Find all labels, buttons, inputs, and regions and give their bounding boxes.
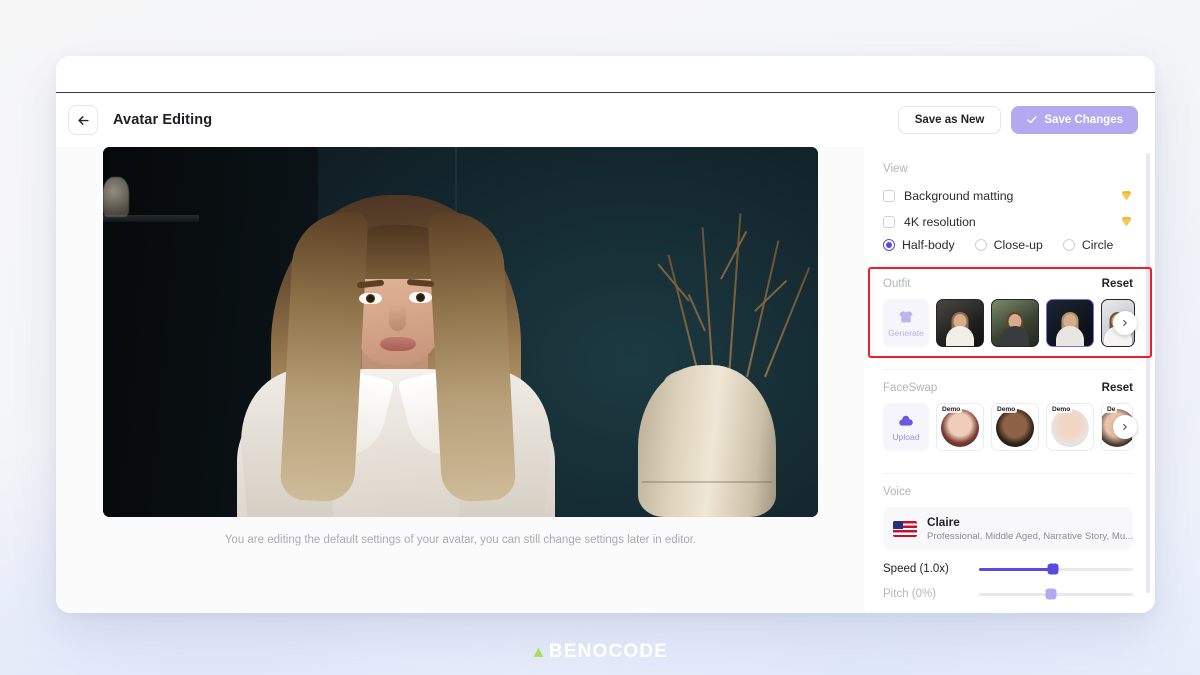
app-header: Avatar Editing Save as New Save Changes bbox=[56, 93, 1155, 147]
preview-caption: You are editing the default settings of … bbox=[224, 534, 697, 546]
checkbox-row-4k-resolution[interactable]: 4K resolution bbox=[883, 210, 1133, 233]
speed-label: Speed (1.0x) bbox=[883, 563, 949, 575]
avatar-preview-video[interactable] bbox=[103, 147, 818, 517]
cloud-upload-icon bbox=[899, 415, 913, 426]
header-actions: Save as New Save Changes bbox=[897, 106, 1138, 134]
divider bbox=[883, 265, 1133, 266]
faceswap-section-label: FaceSwap bbox=[883, 382, 938, 394]
outfit-thumbnail[interactable] bbox=[991, 299, 1039, 347]
avatar-scene bbox=[103, 147, 818, 517]
voice-name: Claire bbox=[927, 515, 960, 529]
avatar-eye-right bbox=[409, 292, 432, 303]
browser-chrome-bar bbox=[56, 56, 1155, 93]
watermark-text: BENOCODE bbox=[548, 641, 669, 662]
half-body-label: Half-body bbox=[902, 238, 955, 252]
voice-section: Voice Claire Professional, Middle Aged, … bbox=[883, 486, 1133, 600]
outfit-reset-button[interactable]: Reset bbox=[1102, 278, 1133, 290]
us-flag-icon bbox=[893, 520, 917, 537]
back-button[interactable] bbox=[68, 105, 98, 135]
faceswap-section: FaceSwap Reset Upload Demo Demo Demo De bbox=[883, 382, 1137, 451]
outfit-thumbnail[interactable] bbox=[936, 299, 984, 347]
faceswap-next-button[interactable] bbox=[1113, 415, 1137, 439]
close-up-radio[interactable] bbox=[974, 239, 987, 251]
chevron-right-icon bbox=[1123, 319, 1127, 327]
diamond-icon bbox=[1121, 217, 1132, 227]
avatar-nose bbox=[389, 305, 406, 331]
outfit-generate-button[interactable]: Generate bbox=[883, 299, 929, 347]
divider bbox=[883, 369, 1133, 370]
pitch-slider[interactable] bbox=[979, 588, 1133, 600]
avatar-lips bbox=[380, 337, 416, 351]
scene-vase-rib bbox=[642, 481, 772, 483]
outfit-next-button[interactable] bbox=[1113, 311, 1137, 335]
outfit-generate-label: Generate bbox=[888, 327, 924, 338]
framing-radio-group: Half-body Close-up Circle bbox=[883, 238, 1133, 252]
benocode-logo-icon bbox=[533, 647, 544, 657]
circle-label: Circle bbox=[1081, 238, 1114, 252]
half-body-radio[interactable] bbox=[883, 239, 895, 251]
avatar-hair-left bbox=[279, 209, 369, 503]
speed-slider-row: Speed (1.0x) bbox=[883, 563, 1133, 575]
view-section-label: View bbox=[883, 163, 908, 175]
scene-shelf-object bbox=[103, 177, 129, 217]
radio-half-body[interactable]: Half-body bbox=[883, 238, 955, 252]
tshirt-icon bbox=[899, 310, 913, 322]
view-section: View Background matting 4K resolution Ha… bbox=[883, 163, 1133, 252]
background-matting-label: Background matting bbox=[904, 188, 1014, 203]
watermark: BENOCODE bbox=[0, 641, 1200, 663]
check-icon bbox=[1027, 116, 1038, 124]
demo-badge: Demo bbox=[940, 406, 963, 413]
4k-resolution-label: 4K resolution bbox=[904, 214, 976, 229]
outfit-strip: Generate bbox=[883, 299, 1137, 347]
voice-description: Professional, Middle Aged, Narrative Sto… bbox=[927, 531, 1134, 542]
checkbox-row-background-matting[interactable]: Background matting bbox=[883, 184, 1133, 207]
faceswap-reset-button[interactable]: Reset bbox=[1102, 382, 1133, 394]
4k-resolution-checkbox[interactable] bbox=[883, 215, 895, 228]
page-title: Avatar Editing bbox=[113, 112, 213, 128]
browser-window: Avatar Editing Save as New Save Changes bbox=[56, 56, 1155, 613]
pitch-slider-row: Pitch (0%) bbox=[883, 588, 1133, 600]
chevron-right-icon bbox=[1123, 423, 1127, 431]
faceswap-thumbnail[interactable]: Demo bbox=[1046, 403, 1094, 451]
demo-badge: De bbox=[1105, 406, 1118, 413]
scene-vase bbox=[638, 365, 776, 517]
pitch-label: Pitch (0%) bbox=[883, 588, 937, 600]
divider bbox=[883, 473, 1133, 474]
faceswap-upload-label: Upload bbox=[892, 431, 920, 442]
faceswap-upload-button[interactable]: Upload bbox=[883, 403, 929, 451]
avatar-preview-column: You are editing the default settings of … bbox=[56, 147, 865, 613]
app-body: You are editing the default settings of … bbox=[56, 147, 1155, 613]
save-changes-button[interactable]: Save Changes bbox=[1011, 106, 1138, 134]
outfit-section-header: Outfit Reset bbox=[883, 278, 1133, 290]
save-as-new-button[interactable]: Save as New bbox=[897, 106, 1002, 134]
save-changes-label: Save Changes bbox=[1044, 114, 1123, 126]
sidebar-scrollbar[interactable] bbox=[1146, 153, 1150, 593]
outfit-section: Outfit Reset Generate bbox=[868, 267, 1152, 358]
arrow-left-icon bbox=[77, 115, 89, 125]
close-up-label: Close-up bbox=[993, 238, 1043, 252]
demo-badge: Demo bbox=[1050, 406, 1073, 413]
avatar-hair-right bbox=[427, 209, 517, 503]
voice-selector[interactable]: Claire Professional, Middle Aged, Narrat… bbox=[883, 507, 1133, 550]
demo-badge: Demo bbox=[995, 406, 1018, 413]
faceswap-thumbnail[interactable]: Demo bbox=[936, 403, 984, 451]
radio-close-up[interactable]: Close-up bbox=[974, 238, 1043, 252]
outfit-thumbnail-selected[interactable] bbox=[1046, 299, 1094, 347]
voice-section-label: Voice bbox=[883, 486, 912, 498]
avatar-eye-left bbox=[359, 293, 382, 304]
circle-radio[interactable] bbox=[1062, 239, 1075, 251]
avatar-person bbox=[231, 177, 561, 517]
radio-circle[interactable]: Circle bbox=[1062, 238, 1114, 252]
faceswap-thumbnail[interactable]: Demo bbox=[991, 403, 1039, 451]
faceswap-section-header: FaceSwap Reset bbox=[883, 382, 1133, 394]
speed-slider[interactable] bbox=[979, 563, 1133, 575]
faceswap-strip: Upload Demo Demo Demo De bbox=[883, 403, 1137, 451]
settings-sidebar: View Background matting 4K resolution Ha… bbox=[865, 147, 1155, 613]
diamond-icon bbox=[1121, 191, 1132, 201]
background-matting-checkbox[interactable] bbox=[883, 189, 895, 202]
outfit-section-label: Outfit bbox=[883, 278, 911, 290]
